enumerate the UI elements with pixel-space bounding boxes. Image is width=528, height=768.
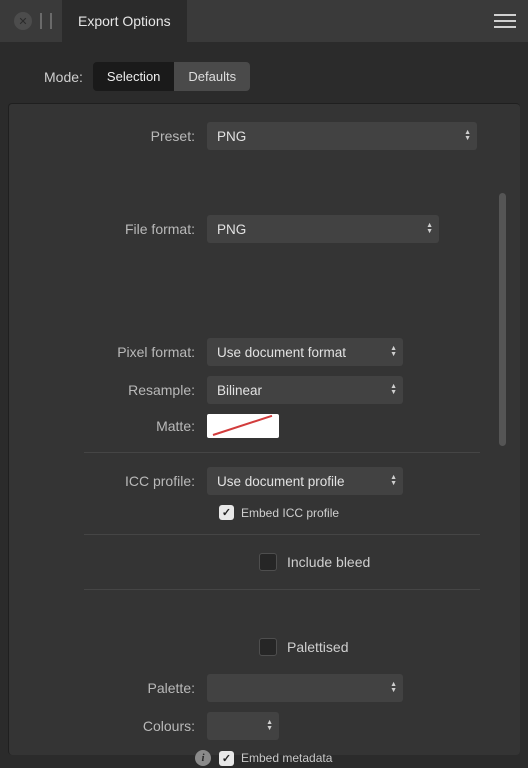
chevron-updown-icon: ▲▼: [266, 720, 273, 732]
icc-profile-value: Use document profile: [217, 474, 345, 489]
resample-row: Resample: Bilinear ▲▼: [29, 376, 480, 404]
include-bleed-row: Include bleed: [29, 553, 480, 571]
hamburger-icon[interactable]: [494, 12, 516, 30]
file-format-select[interactable]: PNG ▲▼: [207, 215, 439, 243]
matte-label: Matte:: [29, 418, 207, 434]
panel-title: Export Options: [78, 13, 171, 29]
grip-icon[interactable]: [40, 13, 52, 29]
preset-select[interactable]: PNG ▲▼: [207, 122, 477, 150]
resample-label: Resample:: [29, 382, 207, 398]
preset-value: PNG: [217, 129, 246, 144]
embed-metadata-row: i ✓ Embed metadata: [29, 750, 480, 766]
colours-label: Colours:: [29, 718, 207, 734]
file-format-row: File format: PNG ▲▼: [29, 215, 480, 243]
matte-row: Matte:: [29, 414, 480, 438]
resample-value: Bilinear: [217, 383, 262, 398]
divider: [84, 452, 480, 453]
mode-defaults-button[interactable]: Defaults: [174, 62, 250, 91]
mode-segmented: Selection Defaults: [93, 62, 250, 91]
info-icon[interactable]: i: [195, 750, 211, 766]
icc-profile-label: ICC profile:: [29, 473, 207, 489]
mode-row: Mode: Selection Defaults: [8, 50, 520, 103]
chevron-updown-icon: ▲▼: [390, 346, 397, 358]
palettised-row: Palettised: [29, 638, 480, 656]
titlebar: ✕ Export Options: [0, 0, 528, 42]
chevron-updown-icon: ▲▼: [390, 682, 397, 694]
preset-label: Preset:: [29, 128, 207, 144]
embed-metadata-label: Embed metadata: [241, 751, 332, 765]
resample-select[interactable]: Bilinear ▲▼: [207, 376, 403, 404]
scrollbar-thumb[interactable]: [499, 193, 506, 446]
panel-tab-export[interactable]: Export Options: [62, 0, 187, 42]
mode-selection-button[interactable]: Selection: [93, 62, 174, 91]
pixel-format-label: Pixel format:: [29, 344, 207, 360]
file-format-label: File format:: [29, 221, 207, 237]
include-bleed-label: Include bleed: [287, 554, 370, 570]
palettised-label: Palettised: [287, 639, 348, 655]
embed-metadata-checkbox[interactable]: ✓: [219, 751, 234, 766]
mode-label: Mode:: [44, 69, 83, 85]
matte-color-swatch[interactable]: [207, 414, 279, 438]
colours-stepper[interactable]: ▲▼: [207, 712, 279, 740]
chevron-updown-icon: ▲▼: [390, 384, 397, 396]
include-bleed-checkbox[interactable]: [259, 553, 277, 571]
icc-profile-select[interactable]: Use document profile ▲▼: [207, 467, 403, 495]
palette-select[interactable]: ▲▼: [207, 674, 403, 702]
chevron-updown-icon: ▲▼: [390, 475, 397, 487]
palette-label: Palette:: [29, 680, 207, 696]
palette-row: Palette: ▲▼: [29, 674, 480, 702]
icc-profile-row: ICC profile: Use document profile ▲▼: [29, 467, 480, 495]
embed-icc-checkbox[interactable]: ✓: [219, 505, 234, 520]
close-icon[interactable]: ✕: [14, 12, 32, 30]
chevron-updown-icon: ▲▼: [464, 130, 471, 142]
palettised-checkbox[interactable]: [259, 638, 277, 656]
file-format-value: PNG: [217, 222, 246, 237]
options-scroll-area: Preset: PNG ▲▼ File format: PNG ▲▼ Pixel…: [8, 103, 520, 755]
panel-body: Mode: Selection Defaults Preset: PNG ▲▼ …: [0, 42, 528, 768]
pixel-format-select[interactable]: Use document format ▲▼: [207, 338, 403, 366]
chevron-updown-icon: ▲▼: [426, 223, 433, 235]
embed-icc-label: Embed ICC profile: [241, 506, 339, 520]
colours-row: Colours: ▲▼: [29, 712, 480, 740]
divider: [84, 534, 480, 535]
preset-row: Preset: PNG ▲▼: [29, 122, 480, 150]
divider: [84, 589, 480, 590]
embed-icc-row: ✓ Embed ICC profile: [29, 505, 480, 520]
pixel-format-value: Use document format: [217, 345, 346, 360]
pixel-format-row: Pixel format: Use document format ▲▼: [29, 338, 480, 366]
